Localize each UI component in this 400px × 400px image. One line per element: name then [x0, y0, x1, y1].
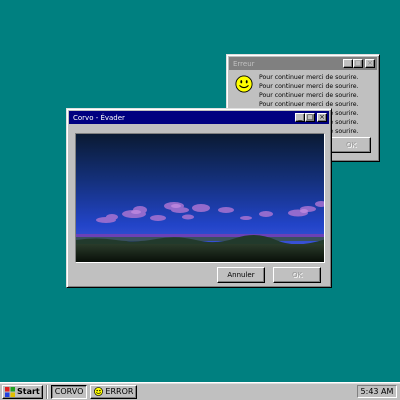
taskbar-item-corvo[interactable]: CORVO	[50, 384, 88, 399]
main-titlebar[interactable]: Corvo - Évader _ □ ×	[69, 111, 329, 124]
taskbar-item-label: ERROR	[105, 387, 134, 396]
minimize-icon[interactable]: _	[343, 59, 353, 68]
close-icon[interactable]: ×	[365, 59, 375, 68]
smiley-icon	[235, 75, 253, 93]
close-icon[interactable]: ×	[317, 113, 327, 122]
taskbar-clock: 5:43 AM	[357, 385, 397, 398]
taskbar: Start CORVO ERROR 5:43 AM	[0, 382, 400, 400]
maximize-icon[interactable]: □	[305, 113, 315, 122]
error-message-line: Pour continuer merci de sourire.	[259, 83, 359, 90]
ok-button[interactable]: OK	[273, 267, 321, 283]
main-window[interactable]: Corvo - Évader _ □ × Annuler OK	[66, 108, 332, 288]
error-titlebar[interactable]: Erreur _ □ ×	[229, 57, 377, 70]
start-button[interactable]: Start	[2, 384, 43, 399]
maximize-icon[interactable]: □	[353, 59, 363, 68]
error-window-title: Erreur	[233, 59, 255, 68]
main-window-title: Corvo - Évader	[73, 113, 125, 122]
start-label: Start	[17, 387, 40, 396]
taskbar-item-error[interactable]: ERROR	[90, 384, 138, 399]
error-ok-button[interactable]: OK	[331, 137, 371, 153]
night-sky-landscape	[76, 134, 324, 262]
error-message-line: Pour continuer merci de sourire.	[259, 74, 359, 81]
cancel-button[interactable]: Annuler	[217, 267, 265, 283]
windows-logo-icon	[5, 386, 15, 397]
minimize-icon[interactable]: _	[295, 113, 305, 122]
error-message-line: Pour continuer merci de sourire.	[259, 92, 359, 99]
landscape-image	[75, 133, 325, 263]
taskbar-item-label: CORVO	[54, 387, 84, 396]
taskbar-separator	[45, 384, 48, 399]
smiley-icon	[94, 387, 104, 396]
